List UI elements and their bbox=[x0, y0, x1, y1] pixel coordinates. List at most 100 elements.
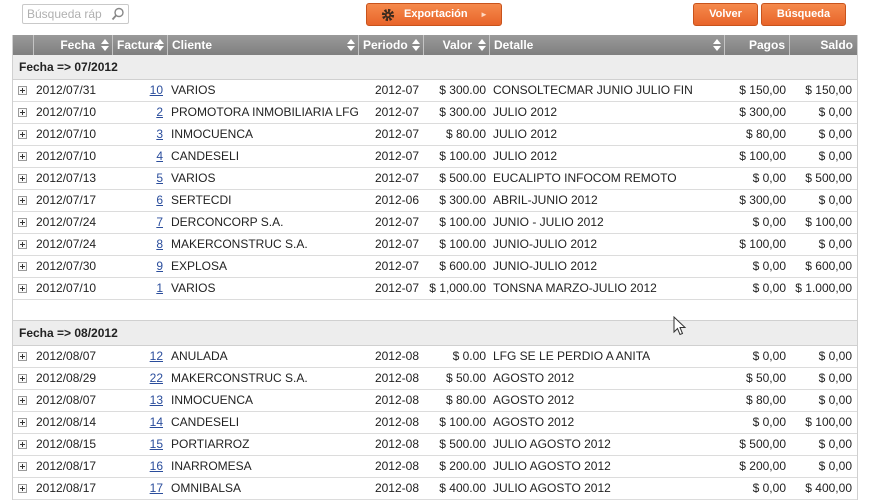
group-label: Fecha => 08/2012 bbox=[19, 326, 118, 340]
invoice-link[interactable]: 5 bbox=[112, 168, 163, 189]
invoice-link[interactable]: 3 bbox=[112, 124, 163, 145]
table-row[interactable]: 2012/07/13 5 VARIOS 2012-07 $ 500.00 EUCALIPT… bbox=[13, 168, 857, 190]
expand-row-icon[interactable] bbox=[18, 174, 27, 183]
cell-valor: $ 1,000.00 bbox=[429, 281, 486, 295]
cell-periodo: 2012-07 bbox=[374, 171, 419, 185]
invoice-link[interactable]: 22 bbox=[112, 368, 163, 389]
cell-detalle: LFG SE LE PERDIO A ANITA bbox=[493, 349, 651, 363]
sort-icon bbox=[156, 39, 164, 51]
column-header-detalle[interactable]: Detalle bbox=[489, 35, 724, 55]
column-header-saldo[interactable]: Saldo bbox=[789, 35, 857, 55]
cell-detalle: JULIO AGOSTO 2012 bbox=[493, 459, 611, 473]
table-row[interactable]: 2012/07/30 9 EXPLOSA 2012-07 $ 600.00 JUNIO-J… bbox=[13, 256, 857, 278]
expand-row-icon[interactable] bbox=[18, 240, 27, 249]
column-header-periodo[interactable]: Periodo bbox=[358, 35, 423, 55]
invoice-link[interactable]: 8 bbox=[112, 234, 163, 255]
cell-detalle: JULIO 2012 bbox=[493, 127, 558, 141]
quick-search-input[interactable] bbox=[27, 6, 111, 22]
expand-row-icon[interactable] bbox=[18, 484, 27, 493]
expand-row-icon[interactable] bbox=[18, 374, 27, 383]
expand-row-icon[interactable] bbox=[18, 440, 27, 449]
expand-row-icon[interactable] bbox=[18, 462, 27, 471]
cell-fecha: 2012/07/10 bbox=[36, 149, 97, 163]
column-header-fecha[interactable]: Fecha bbox=[33, 35, 112, 55]
table-row[interactable]: 2012/08/17 16 INARROMESA 2012-08 $ 200.00 JUL… bbox=[13, 456, 857, 478]
table-row[interactable]: 2012/07/10 2 PROMOTORA INMOBILIARIA LFG 201… bbox=[13, 102, 857, 124]
search-icon[interactable] bbox=[111, 7, 125, 21]
expand-row-icon[interactable] bbox=[18, 196, 27, 205]
expand-row-icon[interactable] bbox=[18, 352, 27, 361]
table-row[interactable]: 2012/07/24 7 DERCONCORP S.A. 2012-07 $ 100.0… bbox=[13, 212, 857, 234]
table-row[interactable]: 2012/07/31 10 VARIOS 2012-07 $ 300.00 CONSOLT… bbox=[13, 80, 857, 102]
cell-fecha: 2012/07/24 bbox=[36, 237, 97, 251]
expand-row-icon[interactable] bbox=[18, 152, 27, 161]
invoice-link[interactable]: 7 bbox=[112, 212, 163, 233]
expand-row-icon[interactable] bbox=[18, 108, 27, 117]
quick-search-box[interactable] bbox=[22, 4, 129, 24]
dropdown-arrow-icon: ► bbox=[480, 10, 488, 19]
cell-detalle: JUNIO-JULIO 2012 bbox=[493, 259, 598, 273]
cell-cliente: INMOCUENCA bbox=[171, 393, 254, 407]
invoice-link[interactable]: 9 bbox=[112, 256, 163, 277]
gear-icon bbox=[381, 8, 395, 22]
cell-pagos: $ 80,00 bbox=[745, 127, 786, 141]
back-button[interactable]: Volver bbox=[693, 3, 758, 26]
invoice-link[interactable]: 2 bbox=[112, 102, 163, 123]
table-row[interactable]: 2012/07/10 1 VARIOS 2012-07 $ 1,000.00 TONSNA… bbox=[13, 278, 857, 300]
invoice-link[interactable]: 12 bbox=[112, 346, 163, 367]
cell-fecha: 2012/07/10 bbox=[36, 281, 97, 295]
table-row[interactable]: 2012/07/17 6 SERTECDI 2012-06 $ 300.00 ABRIL-… bbox=[13, 190, 857, 212]
column-header-pagos[interactable]: Pagos bbox=[724, 35, 789, 55]
expand-row-icon[interactable] bbox=[18, 396, 27, 405]
invoice-link[interactable]: 15 bbox=[112, 434, 163, 455]
mouse-cursor-icon bbox=[673, 316, 687, 336]
cell-cliente: CANDESELI bbox=[171, 415, 240, 429]
expand-row-icon[interactable] bbox=[18, 218, 27, 227]
table-row[interactable]: 2012/08/14 14 CANDESELI 2012-08 $ 100.00 AGOS… bbox=[13, 412, 857, 434]
invoice-link[interactable]: 10 bbox=[112, 80, 163, 101]
table-row[interactable]: 2012/07/10 3 INMOCUENCA 2012-07 $ 80.00 JULIO… bbox=[13, 124, 857, 146]
invoice-link[interactable]: 4 bbox=[112, 146, 163, 167]
expand-row-icon[interactable] bbox=[18, 284, 27, 293]
group-header[interactable]: Fecha => 08/2012 bbox=[13, 321, 857, 346]
column-header-valor[interactable]: Valor bbox=[423, 35, 489, 55]
table-row[interactable]: 2012/08/07 13 INMOCUENCA 2012-08 $ 80.00 AGOS… bbox=[13, 390, 857, 412]
expand-row-icon[interactable] bbox=[18, 262, 27, 271]
table-row[interactable]: 2012/08/17 17 OMNIBALSA 2012-08 $ 400.00 JULI… bbox=[13, 478, 857, 500]
cell-pagos: $ 80,00 bbox=[745, 393, 786, 407]
cell-fecha: 2012/07/31 bbox=[36, 83, 97, 97]
column-header-factura[interactable]: Factura bbox=[112, 35, 167, 55]
table-row[interactable]: 2012/07/24 8 MAKERCONSTRUC S.A. 2012-07 $ 10… bbox=[13, 234, 857, 256]
cell-saldo: $ 100,00 bbox=[805, 415, 852, 429]
cell-cliente: MAKERCONSTRUC S.A. bbox=[171, 371, 308, 385]
cell-cliente: DERCONCORP S.A. bbox=[171, 215, 284, 229]
cell-saldo: $ 0,00 bbox=[818, 193, 852, 207]
cell-cliente: MAKERCONSTRUC S.A. bbox=[171, 237, 308, 251]
table-row[interactable]: 2012/07/10 4 CANDESELI 2012-07 $ 100.00 JULIO… bbox=[13, 146, 857, 168]
cell-pagos: $ 300,00 bbox=[739, 193, 786, 207]
invoice-link[interactable]: 14 bbox=[112, 412, 163, 433]
cell-valor: $ 200.00 bbox=[439, 459, 486, 473]
column-label: Factura bbox=[117, 38, 161, 52]
table-row[interactable]: 2012/08/29 22 MAKERCONSTRUC S.A. 2012-08 $ 5… bbox=[13, 368, 857, 390]
expand-row-icon[interactable] bbox=[18, 418, 27, 427]
column-header-cliente[interactable]: Cliente bbox=[167, 35, 358, 55]
cell-fecha: 2012/08/29 bbox=[36, 371, 97, 385]
export-button[interactable]: Exportación ► bbox=[366, 3, 502, 26]
invoice-link[interactable]: 16 bbox=[112, 456, 163, 477]
sort-icon bbox=[478, 39, 486, 51]
expand-row-icon[interactable] bbox=[18, 86, 27, 95]
invoice-link[interactable]: 1 bbox=[112, 278, 163, 299]
invoice-link[interactable]: 13 bbox=[112, 390, 163, 411]
cell-detalle: JUNIO-JULIO 2012 bbox=[493, 237, 598, 251]
expand-row-icon[interactable] bbox=[18, 130, 27, 139]
invoice-link[interactable]: 6 bbox=[112, 190, 163, 211]
group-header[interactable]: Fecha => 07/2012 bbox=[13, 55, 857, 80]
cell-periodo: 2012-08 bbox=[374, 393, 419, 407]
cell-periodo: 2012-08 bbox=[374, 349, 419, 363]
table-row[interactable]: 2012/08/15 15 PORTIARROZ 2012-08 $ 500.00 JUL… bbox=[13, 434, 857, 456]
table-row[interactable]: 2012/08/07 12 ANULADA 2012-08 $ 0.00 LFG SE L… bbox=[13, 346, 857, 368]
search-button[interactable]: Búsqueda bbox=[761, 3, 846, 26]
sort-icon bbox=[101, 39, 109, 51]
cell-valor: $ 500.00 bbox=[439, 437, 486, 451]
